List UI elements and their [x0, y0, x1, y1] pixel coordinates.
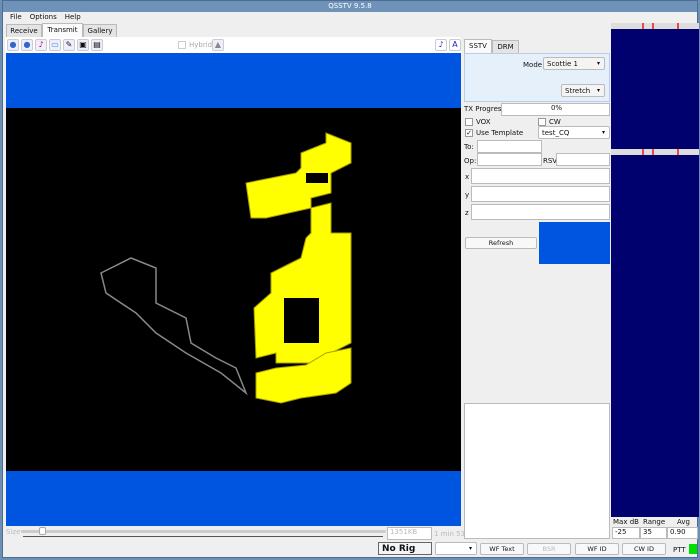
template-preview: [539, 222, 610, 264]
op-label: Op:: [464, 157, 476, 165]
music-note-icon[interactable]: ♪: [435, 39, 447, 51]
range-label: Range: [643, 518, 665, 526]
ptt-indicator: [689, 544, 697, 554]
wf-id-button[interactable]: WF ID: [575, 543, 619, 555]
size-label: Size: [6, 528, 20, 536]
range-spinbox[interactable]: 35: [640, 527, 667, 539]
log-area[interactable]: [464, 403, 610, 539]
tx-progress-bar: 0%: [501, 103, 610, 116]
bsr-button[interactable]: BSR: [527, 543, 571, 555]
open-folder-icon[interactable]: ▭: [49, 39, 61, 51]
menu-options[interactable]: Options: [30, 12, 57, 23]
y-label: y: [465, 191, 469, 199]
refresh-button[interactable]: Refresh: [465, 237, 537, 249]
avg-spinbox[interactable]: 0.90: [667, 527, 698, 539]
vox-checkbox[interactable]: [465, 118, 473, 126]
edit-icon[interactable]: ✎: [63, 39, 75, 51]
tone-icon[interactable]: ♪: [35, 39, 47, 51]
stretch-select[interactable]: Stretch: [561, 84, 605, 97]
3d-text-figure: [6, 53, 461, 526]
size-slider-handle[interactable]: [39, 527, 46, 535]
menu-file[interactable]: File: [10, 12, 22, 23]
waterfall-display[interactable]: [611, 155, 699, 517]
mode-label: Mode: [523, 61, 542, 69]
spectrum-display[interactable]: [611, 29, 699, 149]
size-slider[interactable]: [21, 530, 386, 533]
mode-select[interactable]: Scottie 1: [543, 57, 605, 70]
vox-label: VOX: [476, 118, 491, 126]
ptt-label: PTT: [673, 546, 686, 554]
upload-icon[interactable]: ▲: [212, 39, 224, 51]
cw-id-button[interactable]: CW ID: [622, 543, 666, 555]
cw-checkbox[interactable]: [538, 118, 546, 126]
z-input[interactable]: [471, 204, 610, 220]
avg-label: Avg: [677, 518, 690, 526]
tab-sstv[interactable]: SSTV: [464, 39, 492, 53]
transmit-image[interactable]: [6, 53, 461, 526]
toolbar: ● ● ♪ ▭ ✎ ▣ ▤ Hybrid ▲ ♪ A: [5, 37, 461, 53]
use-template-checkbox[interactable]: ✓: [465, 129, 473, 137]
z-label: z: [465, 209, 469, 217]
rsv-input[interactable]: [556, 153, 610, 166]
rig-status: No Rig: [378, 542, 432, 555]
size-divider: [23, 536, 383, 537]
template-icon[interactable]: ▤: [91, 39, 103, 51]
file-size: 1351KB: [387, 527, 432, 540]
to-label: To:: [464, 143, 474, 151]
status-select[interactable]: [435, 542, 477, 555]
hybrid-checkbox[interactable]: [178, 41, 186, 49]
op-input[interactable]: [477, 153, 542, 166]
y-input[interactable]: [471, 186, 610, 202]
tab-gallery[interactable]: Gallery: [83, 24, 117, 37]
main-window: QSSTV 9.5.8 File Options Help Receive Tr…: [2, 0, 698, 558]
tx-progress-label: TX Progress: [464, 105, 505, 113]
start-tx-icon[interactable]: ●: [7, 39, 19, 51]
wf-text-button[interactable]: WF Text: [480, 543, 524, 555]
text-icon[interactable]: A: [449, 39, 461, 51]
cw-label: CW: [549, 118, 561, 126]
hybrid-label: Hybrid: [189, 41, 212, 49]
template-select[interactable]: test_CQ: [538, 126, 610, 139]
tab-transmit[interactable]: Transmit: [42, 23, 83, 37]
use-template-label: Use Template: [476, 129, 523, 137]
to-input[interactable]: [477, 140, 542, 153]
rsv-label: RSV: [543, 157, 557, 165]
maxdb-label: Max dB: [613, 518, 639, 526]
snapshot-icon[interactable]: ▣: [77, 39, 89, 51]
maxdb-spinbox[interactable]: -25: [612, 527, 640, 539]
x-label: x: [465, 173, 469, 181]
tab-drm[interactable]: DRM: [492, 40, 519, 53]
sstv-settings-panel: Mode Scottie 1 Stretch: [464, 53, 610, 102]
x-input[interactable]: [471, 168, 610, 184]
tab-receive[interactable]: Receive: [6, 24, 42, 37]
stop-tx-icon[interactable]: ●: [21, 39, 33, 51]
menu-bar: File Options Help: [3, 12, 697, 23]
title-bar: QSSTV 9.5.8: [3, 1, 697, 12]
menu-help[interactable]: Help: [65, 12, 81, 23]
